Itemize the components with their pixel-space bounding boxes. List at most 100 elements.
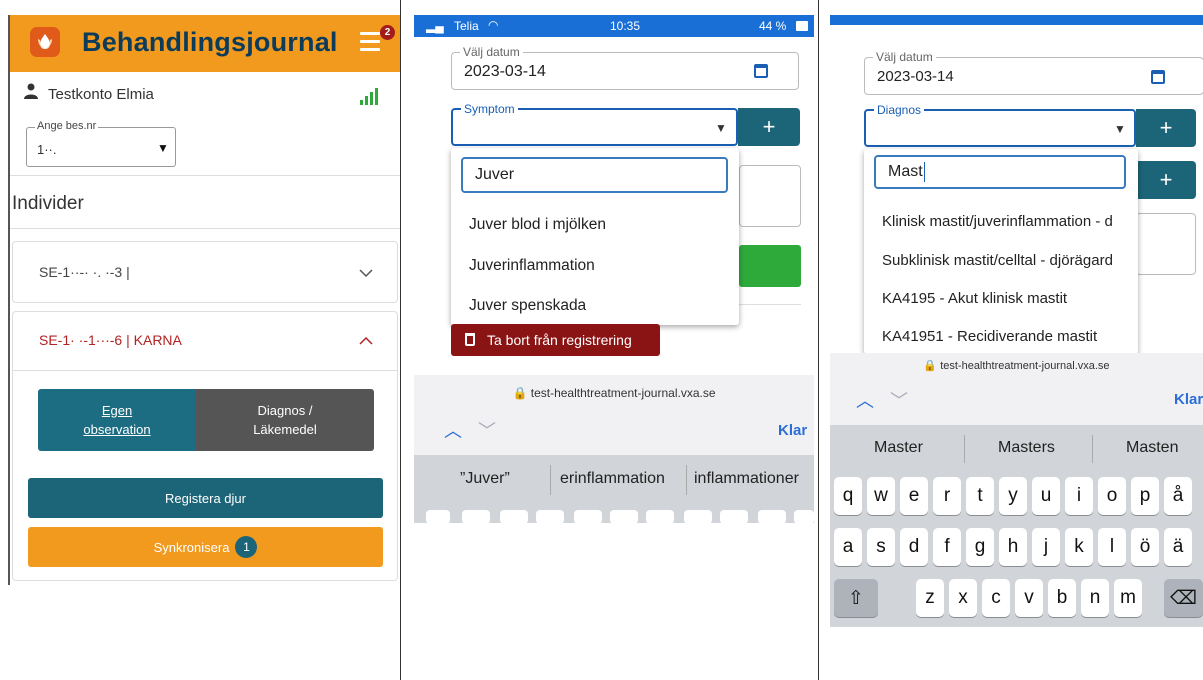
- notes-field[interactable]: [1136, 213, 1196, 275]
- key[interactable]: [646, 510, 674, 523]
- key-y[interactable]: y: [999, 477, 1027, 515]
- key-s[interactable]: s: [867, 528, 895, 566]
- done-button[interactable]: Klar: [778, 422, 807, 439]
- suggestion[interactable]: inflammationer: [694, 470, 799, 488]
- key-d[interactable]: d: [900, 528, 928, 566]
- key-j[interactable]: j: [1032, 528, 1060, 566]
- suggestion[interactable]: ”Juver”: [460, 470, 510, 488]
- dropdown-option[interactable]: Klinisk mastit/juverinflammation - d: [882, 213, 1113, 230]
- arrow-up-icon[interactable]: ︿: [856, 387, 874, 413]
- remove-registration-button[interactable]: Ta bort från registrering: [451, 324, 660, 356]
- suggestion[interactable]: Masters: [998, 439, 1055, 457]
- suggestion[interactable]: Master: [874, 439, 923, 457]
- key[interactable]: [462, 510, 490, 523]
- suggestion[interactable]: Masten: [1126, 439, 1178, 457]
- key-e[interactable]: e: [900, 477, 928, 515]
- add-diagnosis-button[interactable]: +: [1136, 109, 1196, 147]
- user-name: Testkonto Elmia: [48, 86, 154, 103]
- diagnosis-search-input[interactable]: Mast: [874, 155, 1126, 189]
- key-k[interactable]: k: [1065, 528, 1093, 566]
- dropdown-option[interactable]: KA41951 - Recidiverande mastit: [882, 328, 1097, 345]
- url-text: 🔒 test-healthtreatment-journal.vxa.se: [923, 360, 1110, 372]
- calendar-icon[interactable]: [1151, 70, 1165, 84]
- key-c[interactable]: c: [982, 579, 1010, 617]
- caret-down-icon: ▼: [715, 121, 727, 135]
- suggestion[interactable]: erinflammation: [560, 470, 665, 488]
- key-r[interactable]: r: [933, 477, 961, 515]
- dropdown-option[interactable]: Juver blod i mjölken: [469, 216, 606, 234]
- key-q[interactable]: q: [834, 477, 862, 515]
- sync-button[interactable]: Synkronisera 1: [28, 527, 383, 567]
- calendar-icon[interactable]: [754, 64, 768, 78]
- carrier-name: Telia: [454, 19, 479, 33]
- text-cursor: [923, 162, 925, 182]
- add-symptom-button[interactable]: +: [738, 108, 800, 146]
- key-u[interactable]: u: [1032, 477, 1060, 515]
- date-field[interactable]: Välj datum 2023-03-14: [864, 50, 1203, 95]
- register-animal-button[interactable]: Registera djur: [28, 478, 383, 518]
- key[interactable]: [684, 510, 712, 523]
- key-a[interactable]: a: [834, 528, 862, 566]
- caret-down-icon: ▼: [157, 141, 169, 155]
- arrow-down-icon[interactable]: ﹀: [890, 387, 908, 413]
- panel2-phone-screen: ▂▄ Telia ◠ 10:35 44 % Välj datum 2023-03…: [414, 15, 814, 523]
- notes-field[interactable]: [739, 165, 801, 227]
- shift-key[interactable]: ⇧: [834, 579, 878, 617]
- key[interactable]: [426, 510, 450, 523]
- confirm-button[interactable]: [739, 245, 801, 287]
- individual-row[interactable]: SE-1··-· ·. ·-3 |: [12, 241, 398, 303]
- key-g[interactable]: g: [966, 528, 994, 566]
- symptom-search-input[interactable]: Juver: [461, 157, 728, 193]
- tab-diagnosis-medicine[interactable]: Diagnos / Läkemedel: [196, 389, 374, 451]
- date-value: 2023-03-14: [877, 68, 954, 85]
- key[interactable]: [500, 510, 528, 523]
- tab-label: Diagnos / Läkemedel: [253, 402, 317, 438]
- key-o-umlaut[interactable]: ö: [1131, 528, 1159, 566]
- key-p[interactable]: p: [1131, 477, 1159, 515]
- diagnosis-select[interactable]: Diagnos ▼: [864, 103, 1136, 147]
- key[interactable]: [610, 510, 638, 523]
- arrow-down-icon[interactable]: ﹀: [478, 417, 496, 443]
- key-t[interactable]: t: [966, 477, 994, 515]
- url: test-healthtreatment-journal.vxa.se: [940, 360, 1110, 372]
- key[interactable]: [758, 510, 786, 523]
- symptom-dropdown: Juver Juver blod i mjölken Juverinflamma…: [451, 148, 739, 325]
- date-value: 2023-03-14: [464, 63, 546, 80]
- besnr-select[interactable]: Ange bes.nr 1··. ▼: [26, 120, 176, 167]
- key-a-ring[interactable]: å: [1164, 477, 1192, 515]
- key[interactable]: [536, 510, 564, 523]
- symptom-select[interactable]: Symptom ▼: [451, 102, 738, 146]
- dropdown-option[interactable]: KA4195 - Akut klinisk mastit: [882, 290, 1067, 307]
- key-f[interactable]: f: [933, 528, 961, 566]
- key-x[interactable]: x: [949, 579, 977, 617]
- dropdown-option[interactable]: Juver spenskada: [469, 297, 586, 315]
- key-v[interactable]: v: [1015, 579, 1043, 617]
- key-b[interactable]: b: [1048, 579, 1076, 617]
- done-button[interactable]: Klar: [1174, 391, 1203, 408]
- backspace-key[interactable]: ⌫: [1164, 579, 1203, 617]
- dropdown-option[interactable]: Subklinisk mastit/celltal - djörägard: [882, 252, 1113, 269]
- individual-header[interactable]: SE-1· ·-1···-6 | KARNA: [13, 312, 397, 370]
- button-label: Ta bort från registrering: [487, 332, 632, 348]
- key[interactable]: [794, 510, 814, 523]
- add-medicine-button[interactable]: +: [1136, 161, 1196, 199]
- tab-own-observation[interactable]: Egen observation: [38, 389, 196, 451]
- signal-icon: ▂▄: [426, 19, 444, 33]
- key-a-umlaut[interactable]: ä: [1164, 528, 1192, 566]
- key-i[interactable]: i: [1065, 477, 1093, 515]
- arrow-up-icon[interactable]: ︿: [444, 417, 462, 443]
- dropdown-option[interactable]: Juverinflammation: [469, 257, 595, 275]
- key[interactable]: [720, 510, 748, 523]
- browser-bar: 🔒 test-healthtreatment-journal.vxa.se ︿ …: [414, 375, 814, 455]
- panel1-app-screen: Behandlingsjournal 2 Testkonto Elmia Ang…: [10, 15, 400, 585]
- key-h[interactable]: h: [999, 528, 1027, 566]
- key-m[interactable]: m: [1114, 579, 1142, 617]
- keyboard: ”Juver” erinflammation inflammationer: [414, 455, 814, 523]
- key-z[interactable]: z: [916, 579, 944, 617]
- key-w[interactable]: w: [867, 477, 895, 515]
- key[interactable]: [574, 510, 602, 523]
- key-n[interactable]: n: [1081, 579, 1109, 617]
- key-o[interactable]: o: [1098, 477, 1126, 515]
- date-field[interactable]: Välj datum 2023-03-14: [451, 45, 799, 90]
- key-l[interactable]: l: [1098, 528, 1126, 566]
